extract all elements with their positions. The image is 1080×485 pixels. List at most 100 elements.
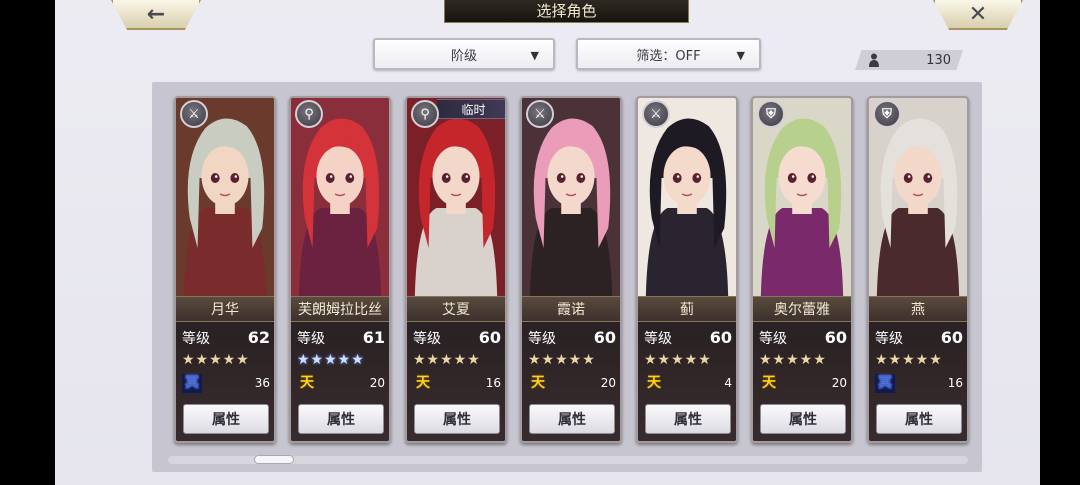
rank-value: 20 <box>369 376 385 390</box>
level-value: 62 <box>247 328 270 347</box>
rank-badge-icon: 天 <box>416 375 430 391</box>
character-name: 月华 <box>176 296 274 322</box>
character-select-screen: ← 选择角色 ✕ 阶级 ▼ 筛选：OFF ▼ 130 ⚔ 月华 等级 62 ★★… <box>55 0 1040 485</box>
attributes-button[interactable]: 属性 <box>183 404 269 434</box>
level-label: 等级 <box>297 331 325 347</box>
character-card[interactable]: ⛨ 燕 等级 60 ★★★★★ 冥 16 属性 <box>867 96 969 443</box>
staff-icon: ⚲ <box>411 100 439 128</box>
rank-value: 20 <box>600 376 616 390</box>
character-name: 芙朗姆拉比丝 <box>291 296 389 322</box>
level-value: 60 <box>478 328 501 347</box>
rank-row: 天 20 <box>297 374 385 394</box>
character-stats: 等级 60 ★★★★★ 冥 16 属性 <box>869 322 967 441</box>
character-name: 奥尔蕾雅 <box>753 296 851 322</box>
filter-dropdown[interactable]: 筛选：OFF ▼ <box>576 38 761 70</box>
rank-row: 天 4 <box>644 374 732 394</box>
character-name: 霞诺 <box>522 296 620 322</box>
chevron-down-icon: ▼ <box>736 49 745 62</box>
shield-icon: ⛨ <box>757 100 785 128</box>
close-icon: ✕ <box>968 1 988 27</box>
level-label: 等级 <box>413 331 441 347</box>
chevron-down-icon: ▼ <box>530 49 539 62</box>
rank-value: 36 <box>254 376 270 390</box>
character-name: 蓟 <box>638 296 736 322</box>
sword-icon: ⚔ <box>526 100 554 128</box>
character-stats: 等级 60 ★★★★★ 天 20 属性 <box>753 322 851 441</box>
filter-label: 筛选：OFF <box>636 48 701 64</box>
level-row: 等级 62 <box>182 328 270 348</box>
rank-sort-label: 阶级 <box>450 48 477 64</box>
attributes-button[interactable]: 属性 <box>876 404 962 434</box>
rank-row: 冥 36 <box>182 374 270 394</box>
level-value: 60 <box>940 328 963 347</box>
character-stats: 等级 60 ★★★★★ 天 20 属性 <box>522 322 620 441</box>
level-row: 等级 60 <box>528 328 616 348</box>
rank-row: 冥 16 <box>875 374 963 394</box>
level-value: 60 <box>824 328 847 347</box>
page-title: 选择角色 <box>444 0 689 23</box>
level-row: 等级 60 <box>413 328 501 348</box>
character-card[interactable]: ⚔ 月华 等级 62 ★★★★★ 冥 36 属性 <box>174 96 276 443</box>
rank-badge-icon: 冥 <box>875 374 895 393</box>
temporary-badge: 临时 <box>437 99 505 119</box>
sword-icon: ⚔ <box>180 100 208 128</box>
rank-row: 天 16 <box>413 374 501 394</box>
rank-badge-icon: 天 <box>762 375 776 391</box>
rank-sort-dropdown[interactable]: 阶级 ▼ <box>373 38 555 70</box>
attributes-button[interactable]: 属性 <box>760 404 846 434</box>
level-row: 等级 60 <box>875 328 963 348</box>
rank-value: 16 <box>947 376 963 390</box>
level-label: 等级 <box>644 331 672 347</box>
screen-edge <box>1040 0 1080 485</box>
close-button[interactable]: ✕ <box>933 0 1023 30</box>
shield-icon: ⛨ <box>873 100 901 128</box>
character-name: 艾夏 <box>407 296 505 322</box>
character-card[interactable]: ⛨ 奥尔蕾雅 等级 60 ★★★★★ 天 20 属性 <box>751 96 853 443</box>
level-value: 60 <box>593 328 616 347</box>
level-value: 61 <box>362 328 385 347</box>
rank-value: 16 <box>485 376 501 390</box>
back-button[interactable]: ← <box>111 0 201 30</box>
back-arrow-icon: ← <box>146 1 166 27</box>
character-card[interactable]: ⚲ 临时 艾夏 等级 60 ★★★★★ 天 16 属性 <box>405 96 507 443</box>
scrollbar-thumb[interactable] <box>254 455 294 464</box>
sword-icon: ⚔ <box>642 100 670 128</box>
rank-badge-icon: 天 <box>647 375 661 391</box>
attributes-button[interactable]: 属性 <box>414 404 500 434</box>
attributes-button[interactable]: 属性 <box>645 404 731 434</box>
character-stats: 等级 60 ★★★★★ 天 16 属性 <box>407 322 505 441</box>
character-stats: 等级 61 ★★★★★ 天 20 属性 <box>291 322 389 441</box>
character-card[interactable]: ⚲ 芙朗姆拉比丝 等级 61 ★★★★★ 天 20 属性 <box>289 96 391 443</box>
rank-row: 天 20 <box>759 374 847 394</box>
rank-badge-icon: 冥 <box>182 374 202 393</box>
rank-badge-icon: 天 <box>531 375 545 391</box>
rank-row: 天 20 <box>528 374 616 394</box>
rank-badge-icon: 天 <box>300 375 314 391</box>
star-rating: ★★★★★ <box>528 352 596 368</box>
rank-value: 20 <box>831 376 847 390</box>
character-stats: 等级 60 ★★★★★ 天 4 属性 <box>638 322 736 441</box>
star-rating: ★★★★★ <box>759 352 827 368</box>
staff-icon: ⚲ <box>295 100 323 128</box>
character-name: 燕 <box>869 296 967 322</box>
star-rating: ★★★★★ <box>413 352 481 368</box>
character-card[interactable]: ⚔ 蓟 等级 60 ★★★★★ 天 4 属性 <box>636 96 738 443</box>
level-label: 等级 <box>528 331 556 347</box>
level-label: 等级 <box>759 331 787 347</box>
star-rating: ★★★★★ <box>644 352 712 368</box>
character-card[interactable]: ⚔ 霞诺 等级 60 ★★★★★ 天 20 属性 <box>520 96 622 443</box>
star-rating: ★★★★★ <box>297 352 365 368</box>
roster-count-badge: 130 <box>855 50 963 70</box>
person-icon <box>869 53 879 67</box>
attributes-button[interactable]: 属性 <box>298 404 384 434</box>
star-rating: ★★★★★ <box>875 352 943 368</box>
star-rating: ★★★★★ <box>182 352 250 368</box>
level-value: 60 <box>709 328 732 347</box>
attributes-button[interactable]: 属性 <box>529 404 615 434</box>
rank-value: 4 <box>724 376 732 390</box>
level-label: 等级 <box>875 331 903 347</box>
level-row: 等级 61 <box>297 328 385 348</box>
character-stats: 等级 62 ★★★★★ 冥 36 属性 <box>176 322 274 441</box>
roster-count-value: 130 <box>926 52 951 68</box>
level-row: 等级 60 <box>644 328 732 348</box>
